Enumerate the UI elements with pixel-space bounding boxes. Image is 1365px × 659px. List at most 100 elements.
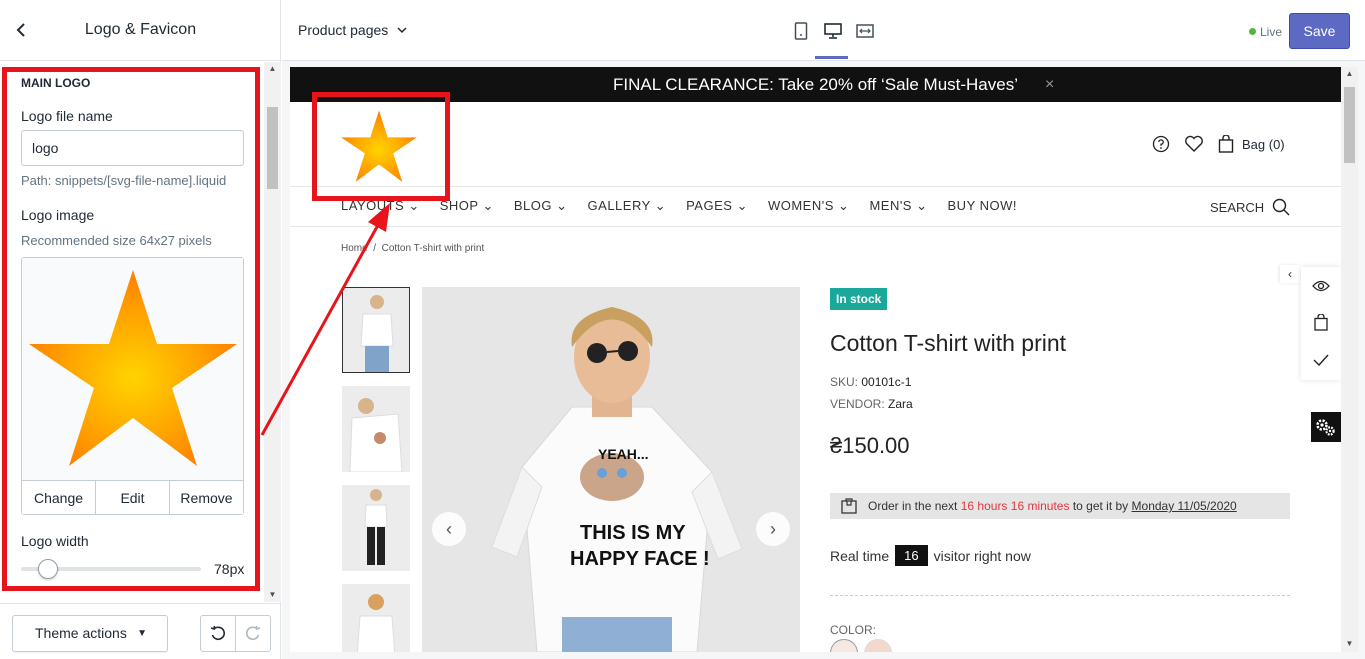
nav-item-pages[interactable]: PAGES ⌄ bbox=[686, 198, 748, 214]
theme-actions-label: Theme actions bbox=[35, 625, 127, 641]
edit-image-button[interactable]: Edit bbox=[96, 481, 170, 514]
realtime-prefix: Real time bbox=[830, 547, 890, 564]
product-thumbnail[interactable] bbox=[342, 584, 410, 652]
scroll-up-arrow-icon[interactable]: ▲ bbox=[264, 64, 281, 73]
chevron-down-icon bbox=[397, 27, 407, 34]
bag-link[interactable]: Bag (0) bbox=[1218, 135, 1285, 153]
wishlist-heart-icon[interactable] bbox=[1184, 135, 1204, 153]
scroll-up-arrow-icon[interactable]: ▲ bbox=[1341, 69, 1358, 78]
delivery-text: Order in the next 16 hours 16 minutes to… bbox=[868, 499, 1237, 513]
nav-item-gallery[interactable]: GALLERY ⌄ bbox=[588, 198, 667, 214]
page-type-select[interactable]: Product pages bbox=[298, 22, 408, 38]
close-icon[interactable]: × bbox=[1045, 67, 1054, 102]
shirt-print-text: HAPPY FACE ! bbox=[570, 548, 710, 570]
color-swatch[interactable] bbox=[864, 639, 892, 652]
product-title: Cotton T-shirt with print bbox=[830, 330, 1067, 356]
sidebar-scroll-thumb[interactable] bbox=[267, 107, 278, 189]
undo-icon bbox=[210, 625, 226, 640]
delivery-date: Monday 11/05/2020 bbox=[1131, 499, 1237, 513]
undo-button[interactable] bbox=[201, 616, 236, 651]
realtime-suffix: visitor right now bbox=[933, 547, 1031, 564]
announcement-text: FINAL CLEARANCE: Take 20% off ‘Sale Must… bbox=[612, 75, 1018, 94]
product-sku: SKU: 00101c-1 bbox=[830, 375, 911, 389]
settings-panel: MAIN LOGO Logo file name Path: snippets/… bbox=[8, 67, 261, 589]
package-icon bbox=[841, 498, 857, 514]
chevron-down-icon: ⌄ bbox=[482, 198, 494, 213]
mobile-icon bbox=[794, 22, 808, 40]
nav-label: MEN'S bbox=[869, 198, 912, 213]
logo-image-preview[interactable] bbox=[22, 258, 243, 480]
product-thumbnail[interactable] bbox=[342, 485, 410, 571]
logo-file-name-label: Logo file name bbox=[21, 108, 113, 124]
announcement-bar: FINAL CLEARANCE: Take 20% off ‘Sale Must… bbox=[290, 67, 1341, 102]
thumbnail-image bbox=[342, 485, 410, 571]
theme-editor-sidebar: Logo & Favicon MAIN LOGO Logo file name … bbox=[0, 0, 281, 659]
undo-redo-group bbox=[200, 615, 271, 652]
desktop-view-button[interactable] bbox=[822, 20, 844, 42]
breadcrumb-home[interactable]: Home bbox=[341, 243, 368, 254]
sidebar-scrollbar[interactable]: ▲ ▼ bbox=[264, 62, 281, 602]
theme-actions-button[interactable]: Theme actions ▼ bbox=[12, 615, 168, 652]
quick-view-button[interactable] bbox=[1301, 267, 1341, 304]
logo-image-help: Recommended size 64x27 pixels bbox=[21, 233, 212, 248]
fullscreen-icon bbox=[856, 24, 874, 38]
nav-label: SHOP bbox=[439, 198, 479, 213]
previous-image-button[interactable]: ‹ bbox=[432, 512, 466, 546]
star-logo-icon bbox=[341, 110, 417, 182]
chevron-down-icon: ⌄ bbox=[916, 198, 928, 213]
remove-image-button[interactable]: Remove bbox=[170, 481, 243, 514]
save-button[interactable]: Save bbox=[1289, 13, 1350, 49]
change-image-button[interactable]: Change bbox=[22, 481, 96, 514]
nav-item-mens[interactable]: MEN'S ⌄ bbox=[869, 198, 927, 214]
settings-gears-button[interactable] bbox=[1311, 412, 1341, 442]
preview-scrollbar[interactable]: ▲ ▼ bbox=[1341, 67, 1358, 652]
product-main-image: YEAH... THIS IS MY HAPPY FACE ! ‹ › bbox=[422, 287, 800, 652]
main-navigation: LAYOUTS ⌄ SHOP ⌄ BLOG ⌄ GALLERY ⌄ PAGES … bbox=[341, 198, 1017, 214]
chevron-down-icon: ⌄ bbox=[736, 198, 748, 213]
order-mid: to get it by bbox=[1072, 499, 1129, 513]
nav-label: BLOG bbox=[513, 198, 553, 213]
nav-label: GALLERY bbox=[587, 198, 651, 213]
next-image-button[interactable]: › bbox=[756, 512, 790, 546]
logo-file-name-input[interactable] bbox=[21, 130, 244, 166]
scroll-down-arrow-icon[interactable]: ▼ bbox=[1341, 639, 1358, 648]
mobile-view-button[interactable] bbox=[790, 20, 812, 42]
chevron-down-icon: ⌄ bbox=[556, 198, 568, 213]
nav-item-shop[interactable]: SHOP ⌄ bbox=[440, 198, 494, 214]
logo-width-slider-handle[interactable] bbox=[38, 559, 58, 579]
search-icon bbox=[1272, 198, 1290, 216]
delivery-countdown: Order in the next 16 hours 16 minutes to… bbox=[830, 493, 1290, 519]
compare-button[interactable] bbox=[1301, 341, 1341, 378]
vendor-label: VENDOR: bbox=[830, 397, 885, 411]
nav-item-buy-now[interactable]: BUY NOW! bbox=[948, 198, 1018, 214]
search-link[interactable]: SEARCH bbox=[1210, 198, 1290, 216]
live-status-dot bbox=[1249, 28, 1256, 35]
store-logo[interactable] bbox=[340, 109, 418, 189]
add-to-bag-button[interactable] bbox=[1301, 304, 1341, 341]
sidebar-title: Logo & Favicon bbox=[84, 21, 197, 38]
nav-label: PAGES bbox=[686, 198, 733, 213]
color-swatch[interactable] bbox=[830, 639, 858, 652]
sku-value: 00101c-1 bbox=[861, 375, 912, 389]
nav-item-womens[interactable]: WOMEN'S ⌄ bbox=[768, 198, 849, 214]
nav-item-blog[interactable]: BLOG ⌄ bbox=[514, 198, 568, 214]
sidebar-footer: Theme actions ▼ bbox=[0, 603, 281, 659]
shirt-print-text: YEAH... bbox=[598, 446, 649, 462]
breadcrumb-separator: / bbox=[373, 243, 377, 254]
redo-button[interactable] bbox=[236, 616, 270, 651]
desktop-icon bbox=[824, 23, 842, 39]
logo-image-picker: Change Edit Remove bbox=[21, 257, 244, 515]
product-thumbnail[interactable] bbox=[342, 386, 410, 472]
shirt-print-text: THIS IS MY bbox=[580, 522, 686, 544]
live-status-text: Live bbox=[1260, 25, 1283, 39]
chevron-left-icon[interactable]: ‹ bbox=[1280, 265, 1300, 283]
scroll-down-arrow-icon[interactable]: ▼ bbox=[264, 590, 281, 599]
help-icon[interactable] bbox=[1152, 135, 1170, 153]
product-thumbnail[interactable] bbox=[342, 287, 410, 373]
fullscreen-view-button[interactable] bbox=[854, 20, 876, 42]
nav-item-layouts[interactable]: LAYOUTS ⌄ bbox=[341, 198, 420, 214]
editor-topbar: Product pages Live Save bbox=[282, 0, 1365, 61]
vendor-value[interactable]: Zara bbox=[888, 397, 913, 411]
preview-scroll-thumb[interactable] bbox=[1344, 87, 1355, 163]
chevron-down-icon: ⌄ bbox=[654, 198, 667, 213]
